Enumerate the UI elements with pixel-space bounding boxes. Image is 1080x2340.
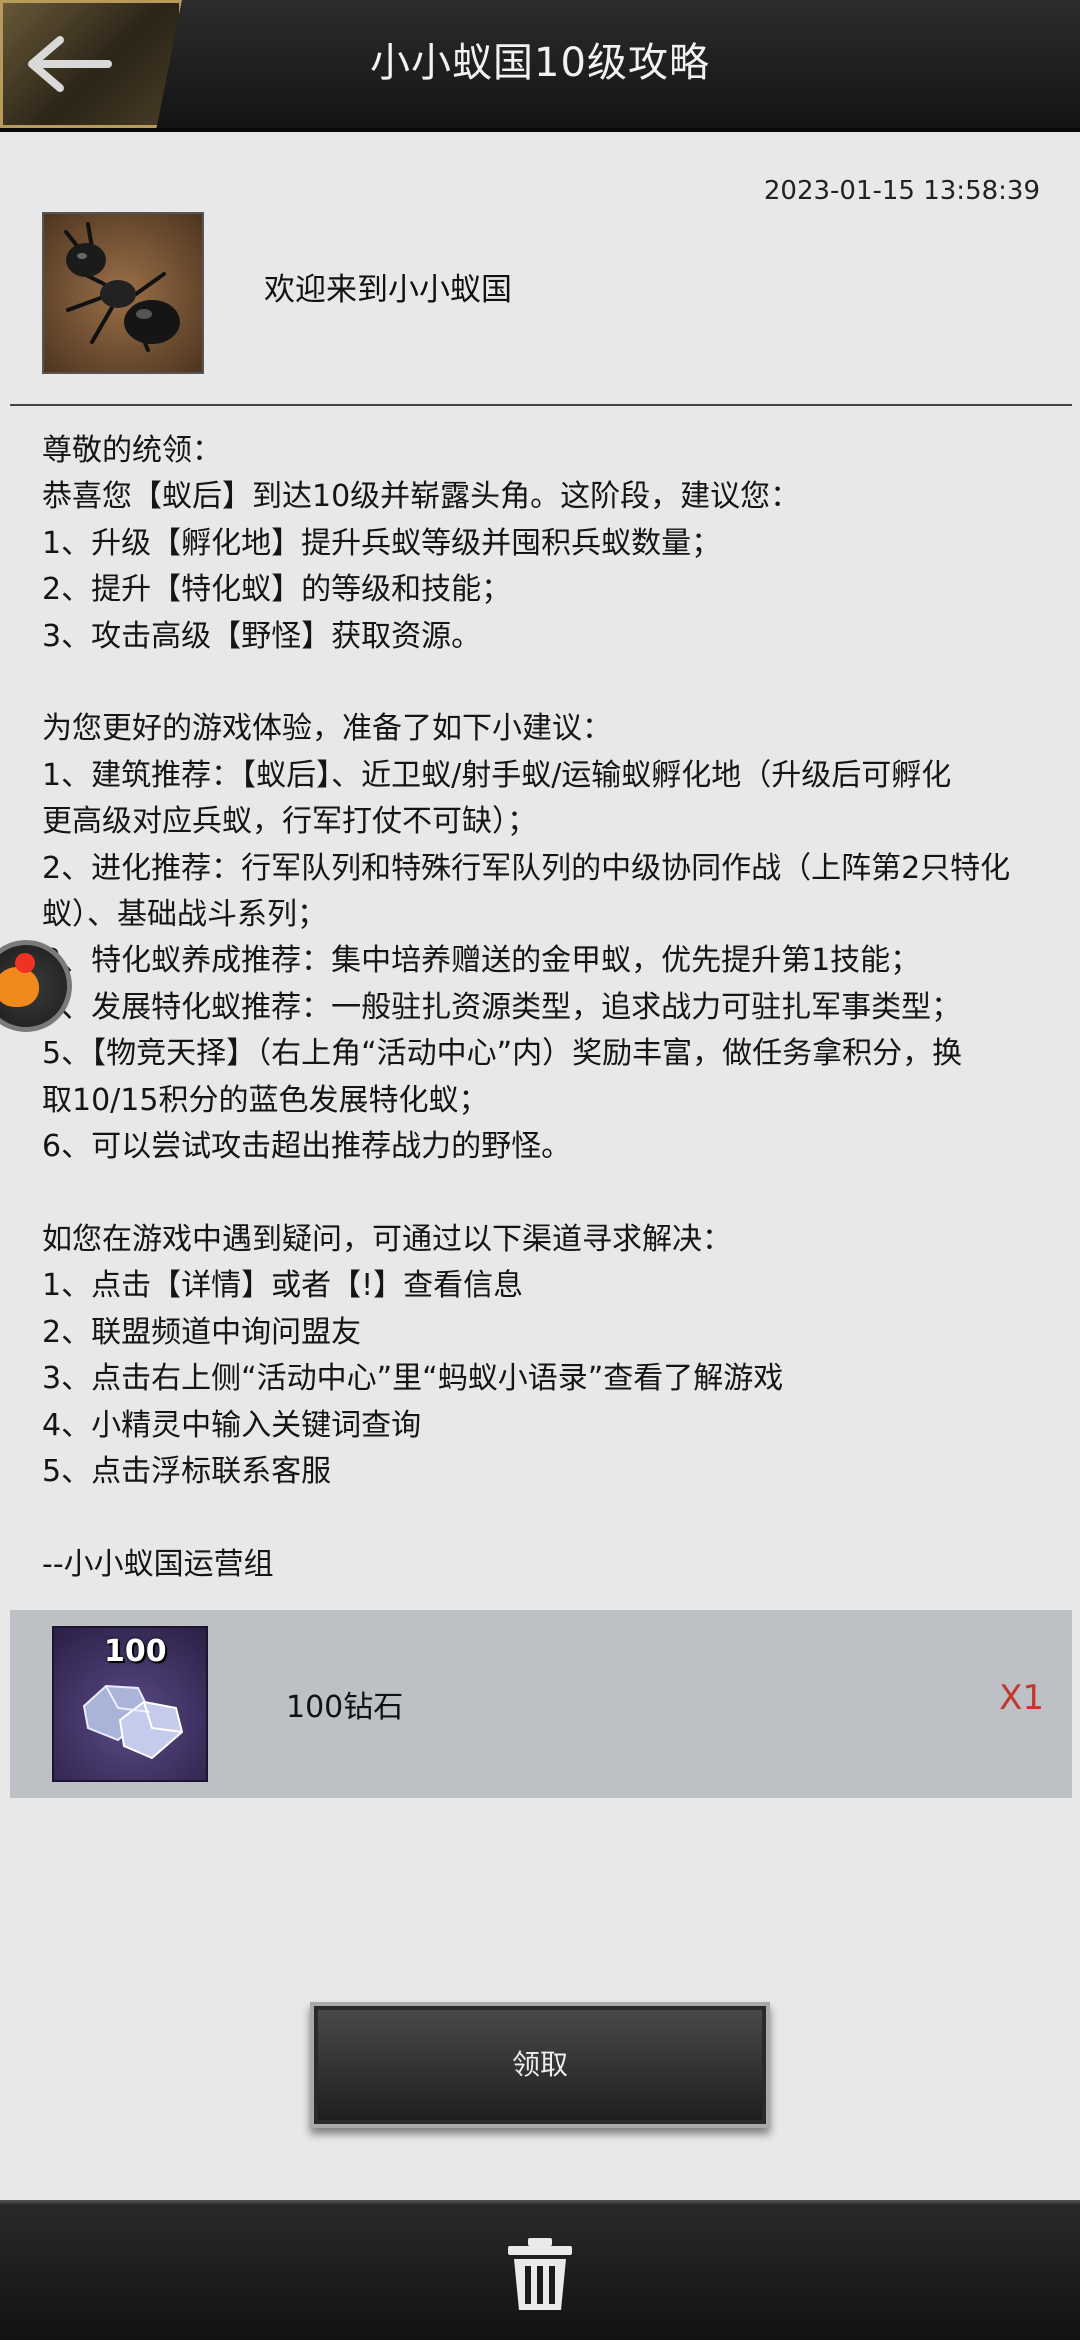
body-line: 3、特化蚁养成推荐：集中培养赠送的金甲蚁，优先提升第1技能；: [42, 943, 921, 979]
ant-avatar-icon: [44, 214, 202, 372]
body-line: 为您更好的游戏体验，准备了如下小建议：: [42, 711, 612, 747]
body-line: 恭喜您【蚁后】到达10级并崭露头角。这阶段，建议您：: [42, 479, 801, 515]
body-line: [42, 660, 1052, 706]
sender-avatar: [42, 212, 204, 374]
trash-icon[interactable]: [506, 2236, 574, 2312]
body-line: 取10/15积分的蓝色发展特化蚁；: [42, 1082, 489, 1118]
body-line: 3、攻击高级【野怪】获取资源。: [42, 618, 482, 654]
reward-item: 100 100钻石 X1: [10, 1610, 1072, 1798]
reward-name: 100钻石: [286, 1690, 404, 1725]
body-line: 5、点击浮标联系客服: [42, 1453, 332, 1489]
body-line: [42, 1495, 1052, 1541]
assistant-float-icon: [0, 967, 39, 1007]
reward-quantity: X1: [999, 1678, 1044, 1718]
diamond-icon: 100: [52, 1626, 208, 1782]
body-line: 1、升级【孵化地】提升兵蚁等级并囤积兵蚁数量；: [42, 525, 722, 561]
body-line: 4、发展特化蚁推荐：一般驻扎资源类型，追求战力可驻扎军事类型；: [42, 989, 962, 1025]
header-bar: 小小蚁国10级攻略: [0, 0, 1080, 132]
divider: [10, 404, 1072, 406]
body-line: 5、【物竞天择】（右上角“活动中心”内）奖励丰富，做任务拿积分，换: [42, 1036, 963, 1072]
body-line: 2、提升【特化蚁】的等级和技能；: [42, 572, 512, 608]
mail-body: 尊敬的统领： 恭喜您【蚁后】到达10级并崭露头角。这阶段，建议您： 1、升级【孵…: [42, 428, 1052, 1588]
page-title: 小小蚁国10级攻略: [370, 40, 710, 86]
body-line: 如您在游戏中遇到疑问，可通过以下渠道寻求解决：: [42, 1221, 732, 1257]
body-line: 3、点击右上侧“活动中心”里“蚂蚁小语录”查看了解游戏: [42, 1361, 784, 1397]
body-line: --小小蚁国运营组: [42, 1546, 274, 1582]
body-line: 2、进化推荐：行军队列和特殊行军队列的中级协同作战（上阵第2只特化: [42, 850, 1011, 886]
body-line: 更高级对应兵蚁，行军打仗不可缺）；: [42, 804, 537, 840]
body-line: 蚁）、基础战斗系列；: [42, 897, 327, 933]
body-line: 1、点击【详情】或者【!】查看信息: [42, 1268, 524, 1304]
mail-sender: 欢迎来到小小蚁国: [264, 272, 512, 308]
claim-button[interactable]: 领取: [310, 2002, 770, 2128]
notification-dot: [15, 953, 35, 973]
body-line: 4、小精灵中输入关键词查询: [42, 1407, 422, 1443]
mail-date: 2023-01-15 13:58:39: [763, 176, 1040, 206]
bottom-bar: [0, 2200, 1080, 2340]
body-line: 1、建筑推荐：【蚁后】、近卫蚁/射手蚁/运输蚁孵化地（升级后可孵化: [42, 757, 952, 793]
body-line: 6、可以尝试攻击超出推荐战力的野怪。: [42, 1129, 572, 1165]
body-line: 2、联盟频道中询问盟友: [42, 1314, 362, 1350]
reward-badge: 100: [104, 1634, 167, 1669]
body-line: [42, 1170, 1052, 1216]
body-line: 尊敬的统领：: [42, 433, 222, 468]
